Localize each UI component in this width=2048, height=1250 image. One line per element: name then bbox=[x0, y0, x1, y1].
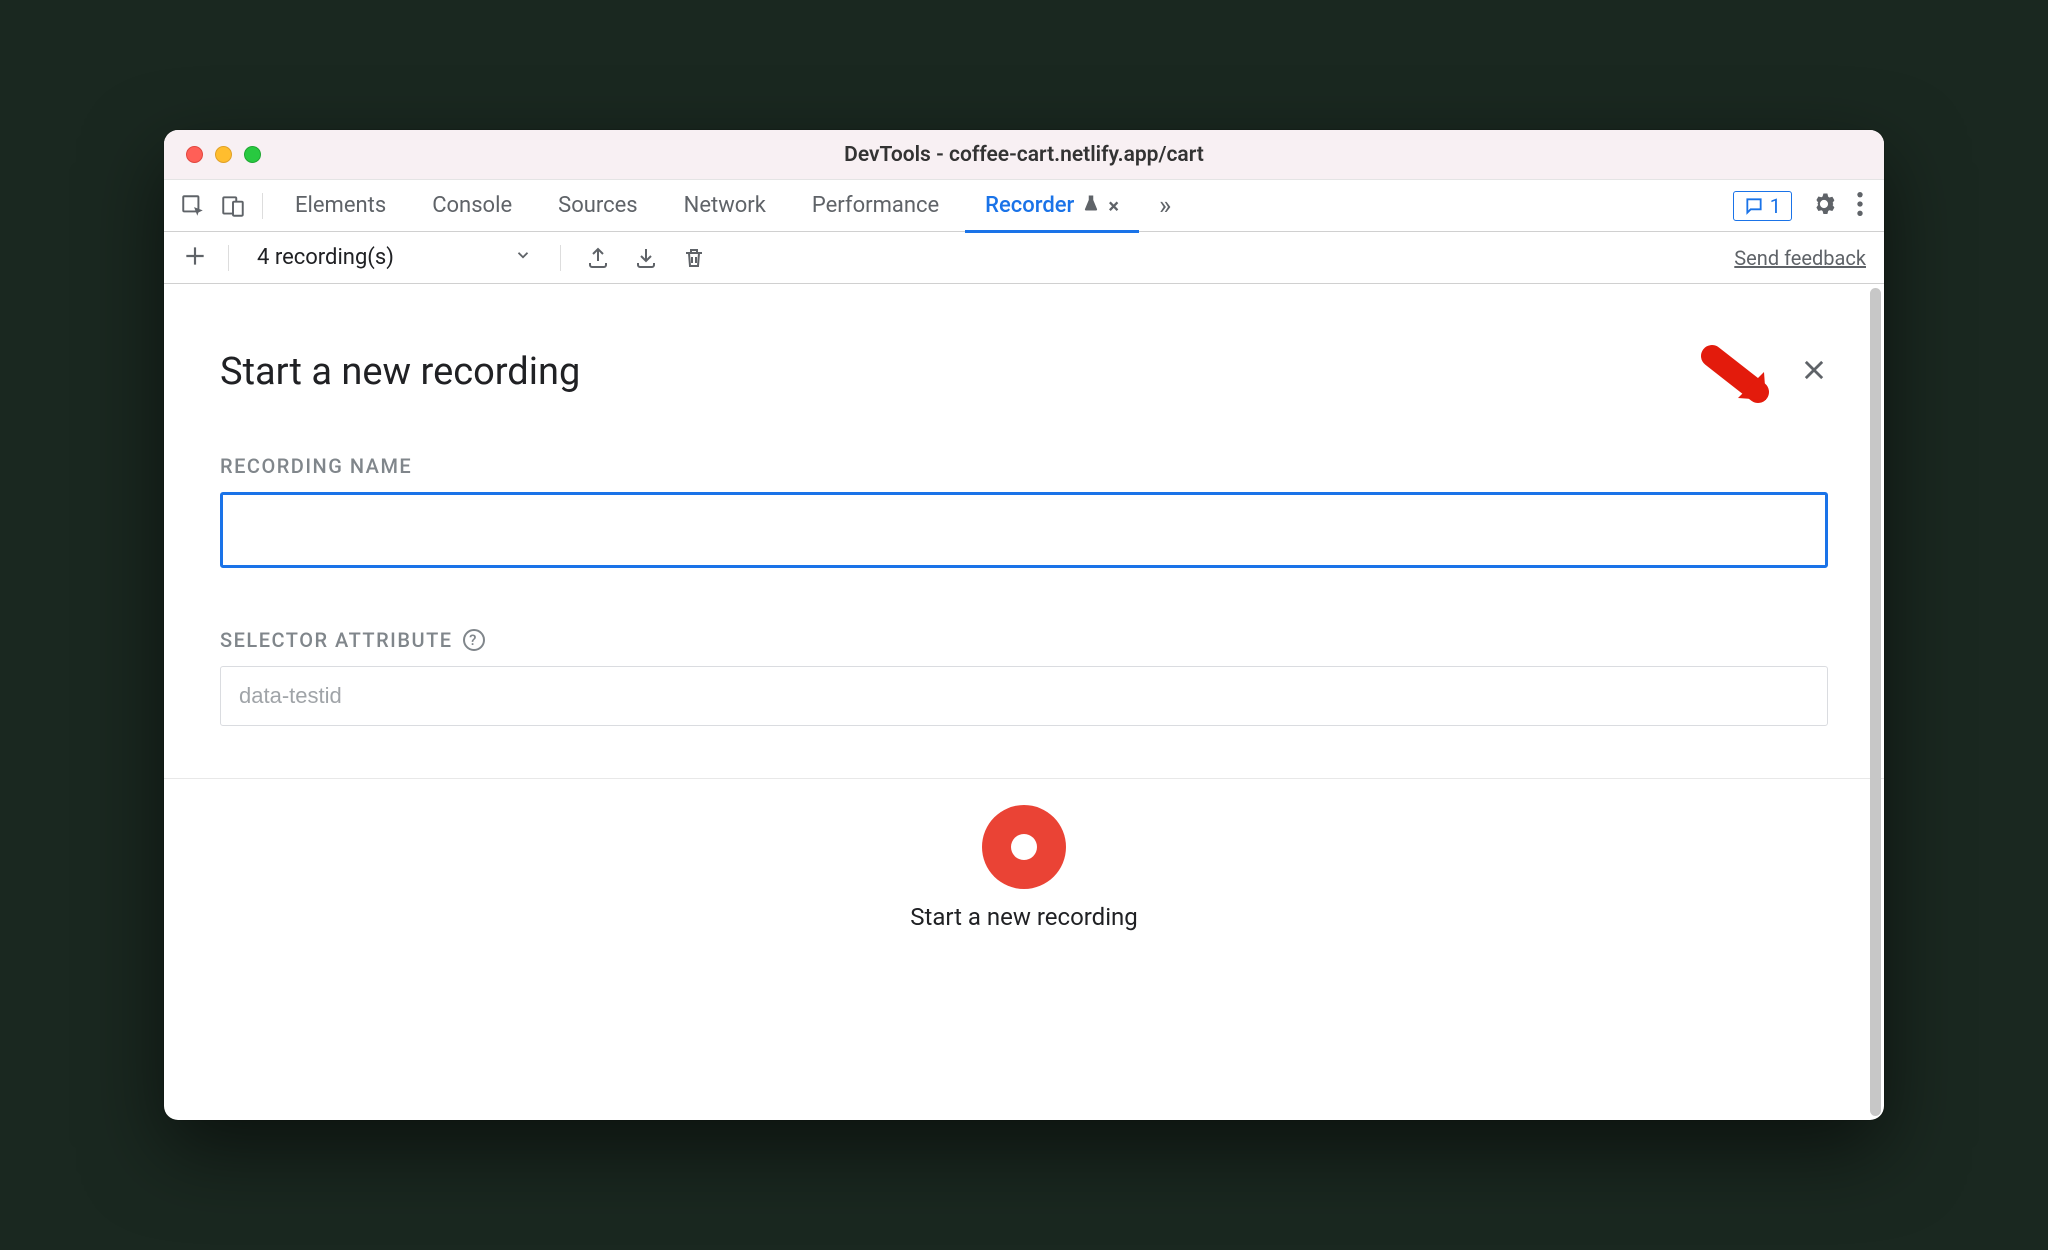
close-tab-icon[interactable]: × bbox=[1108, 194, 1119, 218]
export-icon[interactable] bbox=[581, 241, 615, 275]
record-dot-icon bbox=[1011, 834, 1037, 860]
maximize-window-button[interactable] bbox=[244, 146, 261, 163]
titlebar: DevTools - coffee-cart.netlify.app/cart bbox=[164, 130, 1884, 180]
chat-icon bbox=[1744, 196, 1764, 216]
tab-recorder[interactable]: Recorder × bbox=[965, 180, 1139, 232]
tab-network[interactable]: Network bbox=[664, 180, 786, 232]
start-recording-button[interactable] bbox=[982, 805, 1066, 889]
issues-button[interactable]: 1 bbox=[1733, 191, 1792, 221]
tab-sources[interactable]: Sources bbox=[538, 180, 658, 232]
recorder-toolbar: 4 recording(s) Send feedback bbox=[164, 232, 1884, 284]
selector-attribute-label: SELECTOR ATTRIBUTE ? bbox=[220, 628, 1828, 652]
delete-icon[interactable] bbox=[677, 241, 711, 275]
recordings-dropdown[interactable]: 4 recording(s) bbox=[249, 245, 540, 270]
import-icon[interactable] bbox=[629, 241, 663, 275]
close-panel-icon[interactable] bbox=[1800, 356, 1828, 388]
tab-elements[interactable]: Elements bbox=[275, 180, 406, 232]
window-controls bbox=[164, 146, 261, 163]
panel-header: Start a new recording bbox=[164, 284, 1884, 394]
send-feedback-link[interactable]: Send feedback bbox=[1734, 246, 1866, 270]
tabbar-right: 1 bbox=[1733, 190, 1872, 222]
tab-performance[interactable]: Performance bbox=[792, 180, 959, 232]
settings-icon[interactable] bbox=[1810, 190, 1838, 222]
recorder-panel: Start a new recording RECORDING NAME SEL… bbox=[164, 284, 1884, 1120]
inspect-element-icon[interactable] bbox=[176, 189, 210, 223]
issues-count: 1 bbox=[1770, 194, 1781, 218]
new-recording-icon[interactable] bbox=[182, 243, 208, 273]
flask-icon bbox=[1082, 193, 1100, 218]
chevron-down-icon bbox=[514, 245, 532, 270]
vertical-scrollbar[interactable] bbox=[1870, 288, 1881, 1116]
devtools-window: DevTools - coffee-cart.netlify.app/cart … bbox=[164, 130, 1884, 1120]
form-section: RECORDING NAME SELECTOR ATTRIBUTE ? bbox=[164, 454, 1884, 726]
device-toggle-icon[interactable] bbox=[216, 189, 250, 223]
more-menu-icon[interactable] bbox=[1856, 190, 1864, 222]
start-recording-label: Start a new recording bbox=[910, 903, 1138, 931]
more-tabs-icon[interactable]: » bbox=[1145, 191, 1185, 221]
panel-title: Start a new recording bbox=[220, 350, 580, 394]
minimize-window-button[interactable] bbox=[215, 146, 232, 163]
help-icon[interactable]: ? bbox=[463, 629, 485, 651]
selector-attribute-input[interactable] bbox=[220, 666, 1828, 726]
recordings-count-label: 4 recording(s) bbox=[257, 245, 394, 270]
tab-console[interactable]: Console bbox=[412, 180, 532, 232]
close-window-button[interactable] bbox=[186, 146, 203, 163]
window-title: DevTools - coffee-cart.netlify.app/cart bbox=[164, 143, 1884, 167]
divider bbox=[262, 193, 263, 219]
recording-name-input[interactable] bbox=[220, 492, 1828, 568]
devtools-tabbar: Elements Console Sources Network Perform… bbox=[164, 180, 1884, 232]
record-area: Start a new recording bbox=[164, 779, 1884, 931]
recording-name-label: RECORDING NAME bbox=[220, 454, 1828, 478]
divider bbox=[560, 245, 561, 271]
divider bbox=[228, 245, 229, 271]
